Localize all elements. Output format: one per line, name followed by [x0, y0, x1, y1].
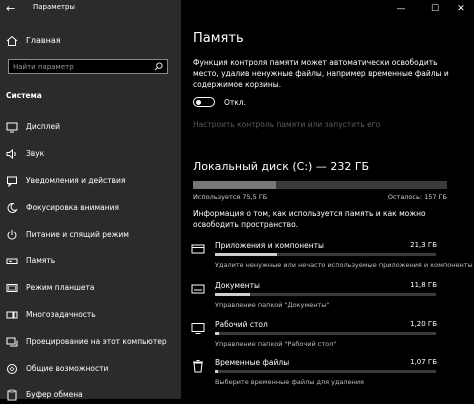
desktop-icon: [191, 323, 205, 334]
category-name: Приложения и компоненты: [215, 241, 324, 250]
sidebar-item-label: Уведомления и действия: [26, 176, 126, 185]
category-usage-fill: [215, 370, 219, 373]
storage-sense-description: Функция контроля памяти может автоматиче…: [193, 58, 449, 89]
title-bar: ← Параметры: [0, 0, 181, 18]
close-button[interactable]: ✕: [448, 0, 474, 18]
category-description: Выберите временные файлы для удаления: [215, 378, 364, 386]
category-name: Рабочий стол: [215, 320, 268, 329]
category-usage-bar: [215, 253, 436, 256]
sidebar-item-home[interactable]: Главная: [0, 33, 181, 51]
category-description: Удалите ненужные или нечасто используемы…: [215, 261, 473, 269]
disk-free-text: Осталось: 157 ГБ: [387, 193, 447, 201]
power-icon: [7, 230, 17, 240]
trash-icon: [193, 360, 203, 373]
sidebar-item-label: Питание и спящий режим: [26, 230, 129, 239]
search-box[interactable]: [8, 59, 168, 74]
category-documents[interactable]: Документы 11,8 ГБ Управление папкой "Док…: [181, 279, 474, 321]
sidebar-item-shared-experiences[interactable]: Общие возможности: [0, 360, 181, 378]
sidebar-item-clipboard[interactable]: Буфер обмена: [0, 386, 181, 404]
sidebar-item-tablet-mode[interactable]: Режим планшета: [0, 279, 181, 297]
category-usage-bar: [215, 370, 436, 373]
storage-info-text: Информация о том, как используется памят…: [193, 209, 426, 229]
toggle-label: Откл.: [224, 98, 246, 107]
page-title: Память: [193, 31, 244, 46]
category-apps[interactable]: Приложения и компоненты 21,3 ГБ Удалите …: [181, 239, 474, 281]
notifications-icon: [7, 176, 17, 187]
configure-storage-sense-link[interactable]: Настроить контроль памяти или запустить …: [193, 120, 380, 129]
sidebar-item-sound[interactable]: Звук: [0, 145, 181, 163]
category-desktop[interactable]: Рабочий стол 1,20 ГБ Управление папкой "…: [181, 318, 474, 360]
category-size: 1,20 ГБ: [410, 320, 437, 328]
monitor-icon: [6, 122, 18, 133]
category-name: Документы: [215, 281, 260, 290]
clipboard-icon: [7, 389, 17, 401]
search-icon[interactable]: [154, 62, 163, 71]
multitasking-icon: [6, 311, 18, 319]
projection-icon: [6, 337, 18, 347]
category-description: Управление папкой "Документы": [215, 301, 330, 309]
maximize-button[interactable]: ☐: [422, 0, 448, 18]
back-arrow-icon[interactable]: ←: [6, 2, 20, 16]
toggle-knob: [196, 99, 201, 105]
section-heading: Система: [6, 91, 42, 100]
shared-experiences-icon: [7, 364, 17, 374]
disk-usage-bar: [193, 181, 447, 189]
disk-usage-fill: [193, 181, 276, 189]
sidebar-item-focus-assist[interactable]: Фокусировка внимания: [0, 199, 181, 217]
category-temp-files[interactable]: Временные файлы 1,07 ГБ Выберите временн…: [181, 356, 474, 398]
sidebar-item-display[interactable]: Дисплей: [0, 118, 181, 136]
category-size: 21,3 ГБ: [410, 241, 437, 249]
minimize-button[interactable]: —: [388, 0, 414, 18]
sidebar-item-projection[interactable]: Проецирование на этот компьютер: [0, 333, 181, 351]
sidebar-item-label: Фокусировка внимания: [26, 203, 120, 212]
window-title: Параметры: [33, 3, 75, 11]
sidebar-item-multitasking[interactable]: Многозадачность: [0, 306, 181, 324]
category-usage-bar: [215, 332, 436, 335]
search-input[interactable]: [9, 60, 153, 73]
sidebar-item-label: Дисплей: [26, 122, 61, 131]
category-usage-bar: [215, 293, 436, 296]
category-usage-fill: [215, 293, 251, 296]
moon-icon: [7, 202, 18, 213]
category-usage-fill: [215, 332, 220, 335]
speaker-icon: [6, 148, 16, 160]
sidebar-item-notifications[interactable]: Уведомления и действия: [0, 172, 181, 190]
category-size: 11,8 ГБ: [410, 281, 437, 289]
sidebar-item-storage[interactable]: Память: [0, 252, 181, 270]
storage-icon: [6, 258, 18, 264]
disk-title: Локальный диск (C:) — 232 ГБ: [193, 160, 370, 173]
sidebar-item-label: Буфер обмена: [26, 390, 83, 399]
main-pane: — ☐ ✕ Память Функция контроля памяти мож…: [181, 0, 474, 399]
sidebar-item-label: Общие возможности: [26, 364, 109, 373]
tablet-icon: [6, 284, 18, 292]
category-description: Управление папкой "Рабочий стол": [215, 340, 337, 348]
sidebar: ← Параметры Главная Система Дисплей Звук…: [0, 0, 181, 401]
category-usage-fill: [215, 253, 277, 256]
sidebar-item-label: Главная: [26, 36, 61, 45]
home-icon: [6, 35, 18, 46]
sidebar-item-power[interactable]: Питание и спящий режим: [0, 226, 181, 244]
disk-used-text: Используется 75,5 ГБ: [193, 193, 268, 201]
sidebar-item-label: Звук: [26, 149, 45, 158]
sidebar-item-label: Проецирование на этот компьютер: [26, 337, 167, 346]
apps-icon: [191, 244, 205, 254]
category-size: 1,07 ГБ: [410, 358, 437, 366]
category-name: Временные файлы: [215, 358, 290, 367]
sidebar-item-label: Режим планшета: [26, 283, 95, 292]
storage-sense-toggle[interactable]: [193, 97, 215, 107]
documents-icon: [191, 284, 205, 294]
sidebar-item-label: Многозадачность: [26, 310, 96, 319]
sidebar-item-label: Память: [26, 256, 56, 265]
